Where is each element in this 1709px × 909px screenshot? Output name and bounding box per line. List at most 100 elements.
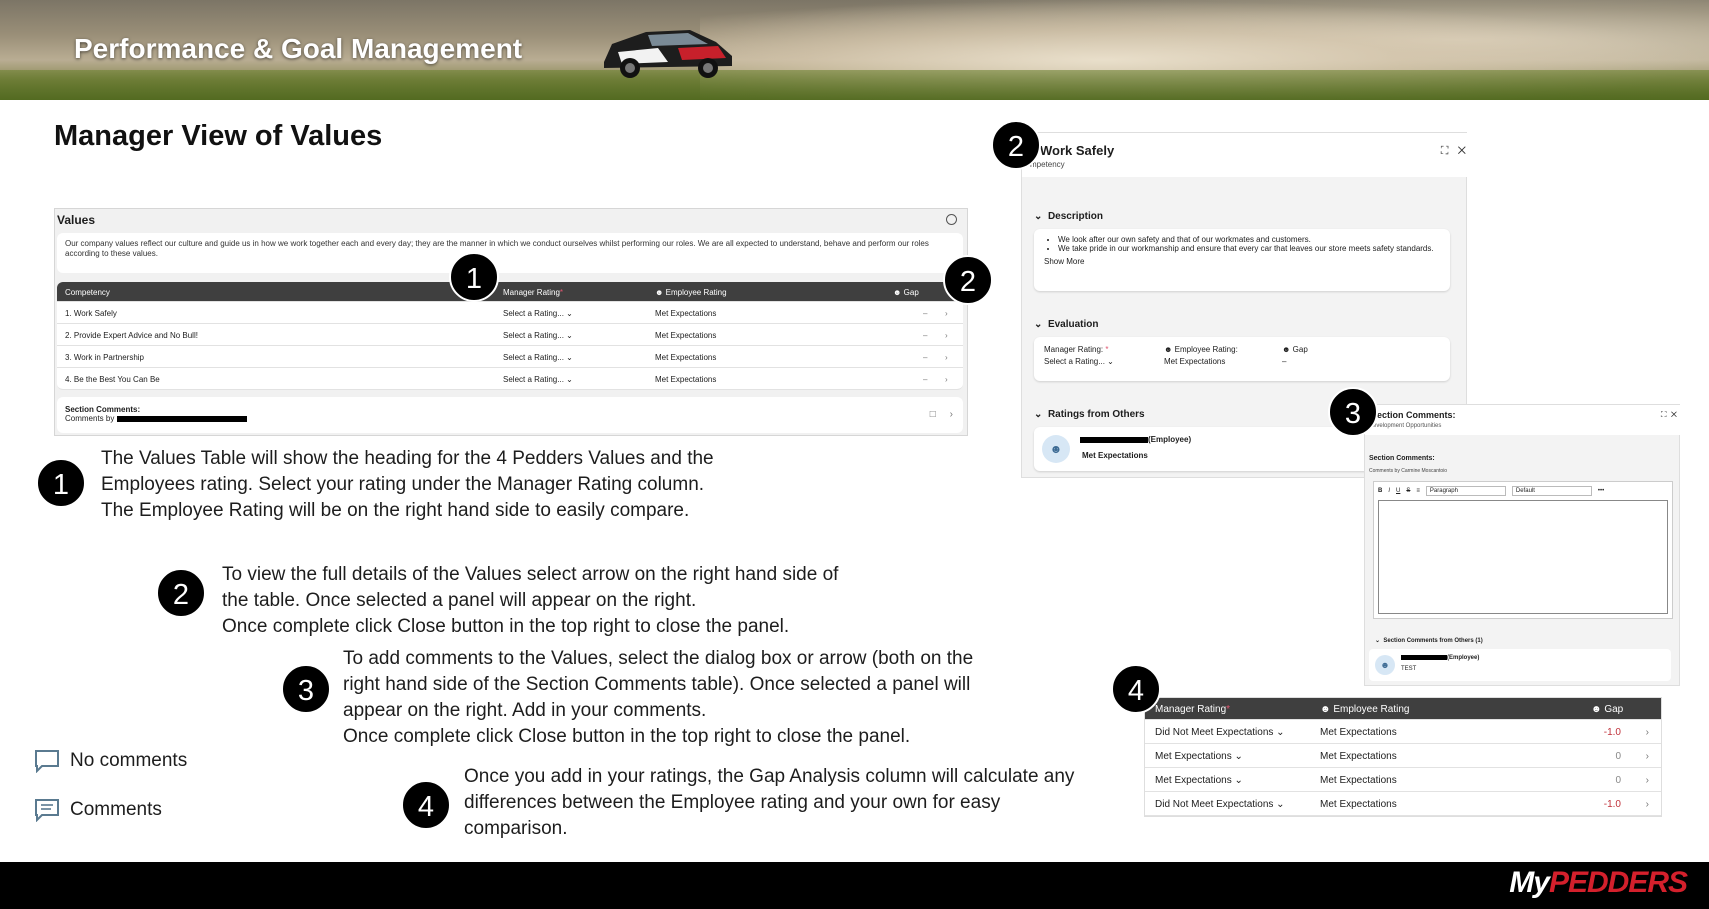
- comment-icon[interactable]: □: [930, 409, 936, 420]
- manager-rating-select[interactable]: Did Not Meet Expectations ⌄: [1155, 799, 1285, 810]
- column-gap: ☻ Gap: [893, 288, 919, 297]
- panel-subtitle: evelopment Opportunities: [1373, 423, 1442, 429]
- description-box: We look after our own safety and that of…: [1034, 229, 1450, 291]
- close-icon[interactable]: ✕: [1458, 145, 1466, 157]
- panel-title: ection Comments:: [1377, 410, 1456, 420]
- employee-rating-cell: Met Expectations: [655, 309, 717, 318]
- column-competency: Competency: [65, 288, 110, 297]
- table-row[interactable]: 3. Work in Partnership Select a Rating..…: [57, 346, 963, 368]
- speech-bubble-empty-icon: [35, 750, 59, 773]
- bold-button[interactable]: B: [1378, 488, 1382, 494]
- values-table-header: Competency Manager Rating* ☻ Employee Ra…: [57, 282, 963, 302]
- manager-rating-select[interactable]: Met Expectations ⌄: [1155, 775, 1243, 786]
- evaluation-heading[interactable]: ⌄ Evaluation: [1034, 319, 1099, 330]
- comment-editor: B I U S ≡ Paragraph Default •••: [1373, 481, 1673, 619]
- chevron-right-icon[interactable]: ›: [1646, 775, 1649, 786]
- evaluation-manager: Manager Rating: * Select a Rating... ⌄: [1044, 345, 1114, 366]
- redacted-name: [1080, 436, 1148, 443]
- font-select[interactable]: Default: [1511, 486, 1592, 496]
- underline-button[interactable]: U: [1396, 488, 1400, 494]
- evaluation-box: Manager Rating: * Select a Rating... ⌄ ☻…: [1034, 337, 1450, 381]
- column-manager-rating: Manager Rating*: [1155, 704, 1231, 715]
- description-bullet: We look after our own safety and that of…: [1058, 235, 1440, 244]
- show-more-link[interactable]: Show More: [1044, 257, 1440, 266]
- more-options-button[interactable]: •••: [1598, 488, 1604, 494]
- chevron-right-icon[interactable]: ›: [945, 353, 948, 362]
- table-row[interactable]: 1. Work Safely Select a Rating... ⌄ Met …: [57, 302, 963, 324]
- others-heading[interactable]: ⌄ Section Comments from Others (1): [1375, 637, 1483, 644]
- manager-rating-select[interactable]: Select a Rating... ⌄: [503, 375, 573, 384]
- avatar: ☻: [1375, 655, 1395, 675]
- speech-bubble-lines-icon: [35, 799, 59, 822]
- step-badge-1: 1: [449, 252, 499, 302]
- slide: Performance & Goal Management Manager Vi…: [0, 0, 1709, 909]
- step-badge-2: 2: [991, 120, 1041, 170]
- align-button[interactable]: ≡: [1416, 488, 1420, 494]
- column-employee-rating: ☻ Employee Rating: [1320, 704, 1410, 715]
- chevron-right-icon[interactable]: ›: [945, 309, 948, 318]
- employee-rating-cell: Met Expectations: [1320, 751, 1397, 762]
- ratings-from-others-heading[interactable]: ⌄ Ratings from Others: [1034, 409, 1145, 420]
- table-row[interactable]: Met Expectations ⌄ Met Expectations 0 ›: [1145, 768, 1661, 792]
- description-heading[interactable]: ⌄ Description: [1034, 211, 1103, 222]
- panel-subtitle: mpetency: [1030, 160, 1065, 169]
- description-bullet: We take pride in our workmanship and ens…: [1058, 244, 1440, 253]
- manager-rating-select[interactable]: Select a Rating... ⌄: [1044, 357, 1114, 366]
- chevron-right-icon[interactable]: ›: [945, 331, 948, 340]
- instruction-1: The Values Table will show the heading f…: [101, 448, 714, 521]
- employee-rating-cell: Met Expectations: [655, 353, 717, 362]
- comment-textarea[interactable]: [1378, 500, 1668, 614]
- manager-rating-select[interactable]: Select a Rating... ⌄: [503, 309, 573, 318]
- table-row[interactable]: Did Not Meet Expectations ⌄ Met Expectat…: [1145, 792, 1661, 816]
- legend-no-comments: No comments: [34, 749, 187, 773]
- paragraph-select[interactable]: Paragraph: [1425, 486, 1506, 496]
- manager-rating-select[interactable]: Did Not Meet Expectations ⌄: [1155, 727, 1285, 738]
- other-rating: Met Expectations: [1082, 451, 1148, 460]
- column-gap: ☻ Gap: [1591, 704, 1624, 715]
- chevron-right-icon[interactable]: ›: [1646, 727, 1649, 738]
- section-comments-label: Section Comments:: [1369, 455, 1435, 462]
- column-employee-rating: ☻ Employee Rating: [655, 288, 727, 297]
- legend-comments: Comments: [34, 798, 162, 822]
- table-row[interactable]: 4. Be the Best You Can Be Select a Ratin…: [57, 368, 963, 390]
- mypedders-logo: MyPEDDERS: [1509, 866, 1688, 899]
- manager-rating-select[interactable]: Met Expectations ⌄: [1155, 751, 1243, 762]
- other-comment-text: TEST: [1401, 666, 1417, 672]
- grass-strip: [0, 70, 1709, 100]
- table-row[interactable]: Met Expectations ⌄ Met Expectations 0 ›: [1145, 744, 1661, 768]
- competency-cell: 3. Work in Partnership: [65, 353, 144, 362]
- manager-rating-select[interactable]: Select a Rating... ⌄: [503, 331, 573, 340]
- legend-comments-label: Comments: [70, 799, 162, 820]
- help-icon[interactable]: [946, 214, 957, 225]
- footer-bar: MyPEDDERS: [0, 862, 1709, 909]
- section-comments-panel: ection Comments: evelopment Opportunitie…: [1364, 404, 1681, 686]
- chevron-right-icon[interactable]: ›: [945, 375, 948, 384]
- competency-cell: 4. Be the Best You Can Be: [65, 375, 160, 384]
- step-badge-4: 4: [401, 780, 451, 830]
- gap-table-header: Manager Rating* ☻ Employee Rating ☻ Gap: [1145, 698, 1661, 720]
- strikethrough-button[interactable]: S: [1406, 488, 1410, 494]
- manager-rating-select[interactable]: Select a Rating... ⌄: [503, 353, 573, 362]
- panel-title: Work Safely: [1040, 143, 1115, 158]
- expand-icon[interactable]: ⛶: [1441, 145, 1449, 157]
- table-row[interactable]: 2. Provide Expert Advice and No Bull! Se…: [57, 324, 963, 346]
- chevron-right-icon[interactable]: ›: [950, 409, 953, 420]
- step-badge-2: 2: [943, 255, 993, 305]
- legend-no-comments-label: No comments: [70, 750, 188, 771]
- chevron-right-icon[interactable]: ›: [1646, 799, 1649, 810]
- values-description: Our company values reflect our culture a…: [57, 233, 963, 273]
- table-row[interactable]: Did Not Meet Expectations ⌄ Met Expectat…: [1145, 720, 1661, 744]
- expand-icon[interactable]: ⛶: [1661, 410, 1667, 419]
- close-icon[interactable]: ✕: [1671, 410, 1677, 419]
- gap-value: -1.0: [1603, 727, 1621, 738]
- step-badge-1: 1: [36, 458, 86, 508]
- step-badge-3: 3: [1328, 387, 1378, 437]
- chevron-right-icon[interactable]: ›: [1646, 751, 1649, 762]
- panel-actions: ⛶ ✕: [1661, 410, 1677, 420]
- avatar: ☻: [1042, 435, 1070, 463]
- step-badge-3: 3: [281, 664, 331, 714]
- gap-cell: –: [923, 375, 928, 384]
- italic-button[interactable]: I: [1388, 488, 1390, 494]
- section-comments-row[interactable]: Section Comments: Comments by □ ›: [57, 397, 963, 433]
- instruction-4: Once you add in your ratings, the Gap An…: [464, 766, 1075, 839]
